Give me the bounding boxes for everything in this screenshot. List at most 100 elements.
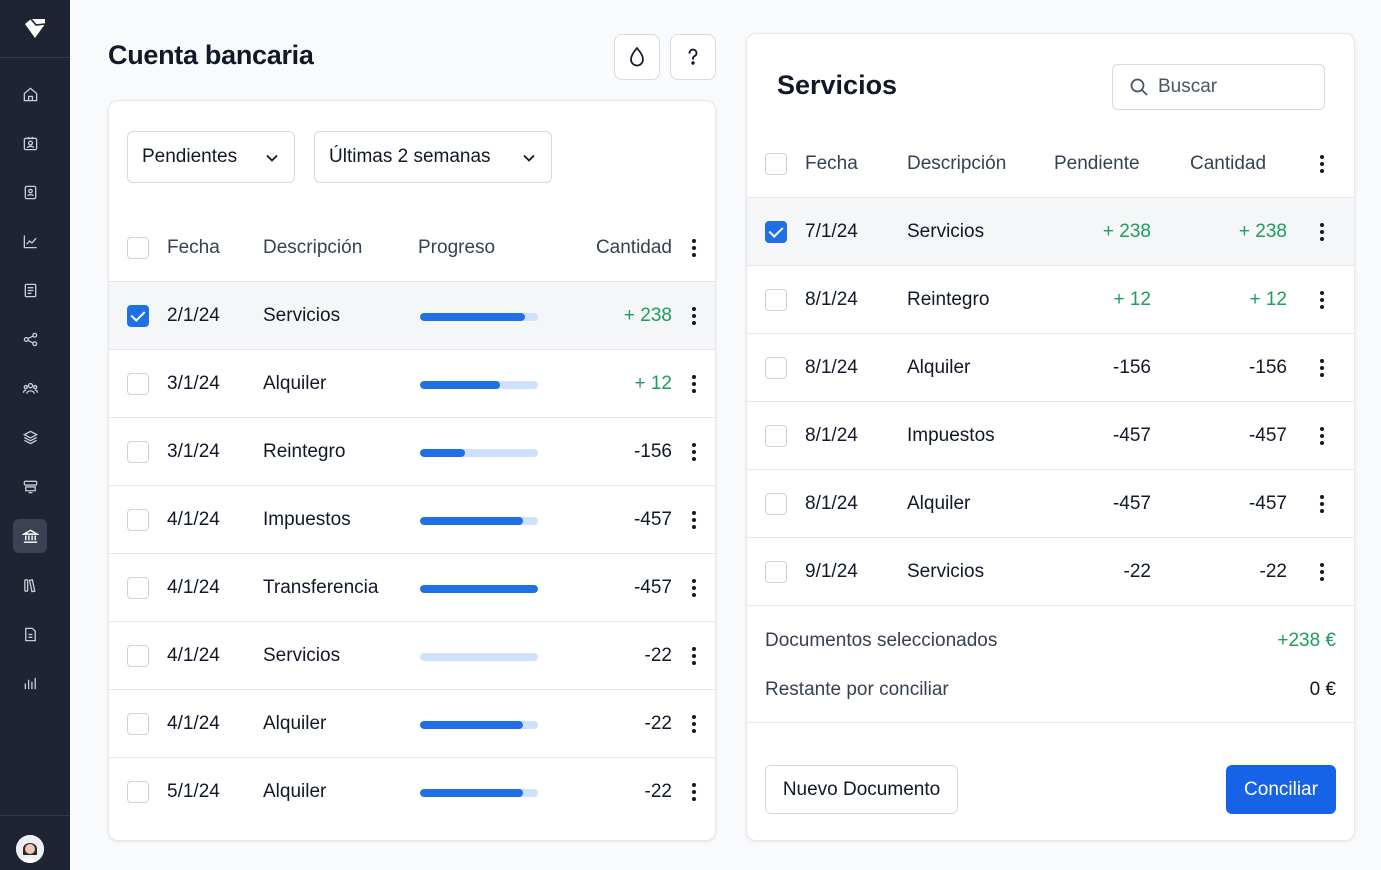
row-description: Transferencia [263,577,379,598]
sidebar-item-layers[interactable] [13,420,47,454]
documents-card: Servicios Buscar Fecha Descripción Pendi… [746,33,1355,841]
table-row[interactable]: 4/1/24 Impuestos -457 [109,486,715,554]
column-header-date: Fecha [167,237,220,258]
progress-fill [420,381,501,389]
help-button[interactable] [670,34,716,80]
row-checkbox[interactable] [127,441,149,463]
sidebar-item-invoices[interactable] [13,617,47,651]
row-amount: + 238 [1238,221,1287,242]
reconcile-button[interactable]: Conciliar [1226,765,1336,814]
table-row[interactable]: 8/1/24 Impuestos -457 -457 [747,402,1354,470]
row-pending: + 238 [1102,221,1151,242]
sidebar-item-bank[interactable] [13,519,47,553]
row-menu-icon[interactable] [692,647,696,668]
row-menu-icon[interactable] [692,579,696,600]
table-row[interactable]: 4/1/24 Alquiler -22 [109,690,715,758]
row-menu-icon[interactable] [692,443,696,464]
table-row[interactable]: 8/1/24 Alquiler -457 -457 [747,470,1354,538]
table-row[interactable]: 3/1/24 Alquiler + 12 [109,350,715,418]
row-amount: -22 [644,713,672,734]
row-checkbox[interactable] [765,493,787,515]
row-menu-icon[interactable] [692,511,696,532]
row-checkbox[interactable] [765,221,787,243]
sidebar-item-address-book[interactable] [13,175,47,209]
period-filter-dropdown[interactable]: Últimas 2 semanas [314,131,552,183]
row-checkbox[interactable] [765,289,787,311]
documents-title: Servicios [777,70,898,100]
table-row[interactable]: 4/1/24 Servicios -22 [109,622,715,690]
progress-fill [420,517,523,525]
sidebar-item-contacts[interactable] [13,126,47,160]
row-menu-icon[interactable] [692,715,696,736]
row-menu-icon[interactable] [1320,223,1324,244]
sidebar-item-documents[interactable] [13,273,47,307]
progress-bar [420,313,538,321]
progress-fill [420,313,526,321]
avatar[interactable] [16,835,44,863]
row-amount: + 12 [1249,289,1287,310]
row-date: 5/1/24 [167,781,220,802]
sidebar-item-library[interactable] [13,568,47,602]
row-amount: -457 [633,577,672,598]
row-menu-icon[interactable] [692,783,696,804]
select-all-checkbox[interactable] [765,153,787,175]
row-checkbox[interactable] [127,305,149,327]
sidebar-item-analytics[interactable] [13,224,47,258]
table-row[interactable]: 2/1/24 Servicios + 238 [109,282,715,350]
row-date: 9/1/24 [805,561,858,582]
row-menu-icon[interactable] [1320,359,1324,380]
table-row[interactable]: 7/1/24 Servicios + 238 + 238 [747,198,1354,266]
sidebar-item-share[interactable] [13,322,47,356]
row-menu-icon[interactable] [1320,563,1324,584]
row-checkbox[interactable] [127,645,149,667]
row-checkbox[interactable] [127,373,149,395]
row-date: 4/1/24 [167,509,220,530]
row-description: Alquiler [263,373,327,394]
row-checkbox[interactable] [127,509,149,531]
sidebar-item-stack[interactable] [13,469,47,503]
row-description: Servicios [907,561,985,582]
row-checkbox[interactable] [127,713,149,735]
table-row[interactable]: 9/1/24 Servicios -22 -22 [747,538,1354,606]
new-document-button[interactable]: Nuevo Documento [765,765,958,814]
row-checkbox[interactable] [127,577,149,599]
row-checkbox[interactable] [765,425,787,447]
search-input[interactable]: Buscar [1112,64,1325,110]
table-row[interactable]: 3/1/24 Reintegro -156 [109,418,715,486]
row-checkbox[interactable] [765,561,787,583]
selected-documents-label: Documentos seleccionados [765,630,998,651]
select-all-checkbox[interactable] [127,237,149,259]
row-menu-icon[interactable] [1320,427,1324,448]
table-row[interactable]: 5/1/24 Alquiler -22 [109,758,715,826]
row-checkbox[interactable] [765,357,787,379]
sidebar-item-home[interactable] [13,77,47,111]
address-book-icon [24,185,36,199]
sidebar-item-reports[interactable] [13,666,47,700]
row-menu-icon[interactable] [1320,495,1324,516]
row-description: Alquiler [907,357,971,378]
stack-icon [23,480,37,493]
row-amount: + 238 [623,305,672,326]
row-description: Alquiler [907,493,971,514]
row-menu-icon[interactable] [1320,291,1324,312]
sidebar-item-users[interactable] [13,371,47,405]
status-filter-dropdown[interactable]: Pendientes [127,131,295,183]
column-header-date: Fecha [805,153,858,174]
theme-button[interactable] [614,34,660,80]
row-date: 3/1/24 [167,373,220,394]
row-description: Reintegro [907,289,990,310]
row-menu-icon[interactable] [692,375,696,396]
chart-line-icon [23,234,37,248]
row-checkbox[interactable] [127,781,149,803]
table-row[interactable]: 8/1/24 Reintegro + 12 + 12 [747,266,1354,334]
logo[interactable] [0,0,70,58]
table-row[interactable]: 4/1/24 Transferencia -457 [109,554,715,622]
row-menu-icon[interactable] [692,307,696,328]
table-row[interactable]: 8/1/24 Alquiler -156 -156 [747,334,1354,402]
column-menu-icon[interactable] [692,239,696,260]
progress-bar [420,789,538,797]
column-header-description: Descripción [263,237,363,258]
column-menu-icon[interactable] [1320,155,1324,176]
page-title: Cuenta bancaria [108,40,314,70]
selected-documents-value: +238 € [1277,630,1336,651]
